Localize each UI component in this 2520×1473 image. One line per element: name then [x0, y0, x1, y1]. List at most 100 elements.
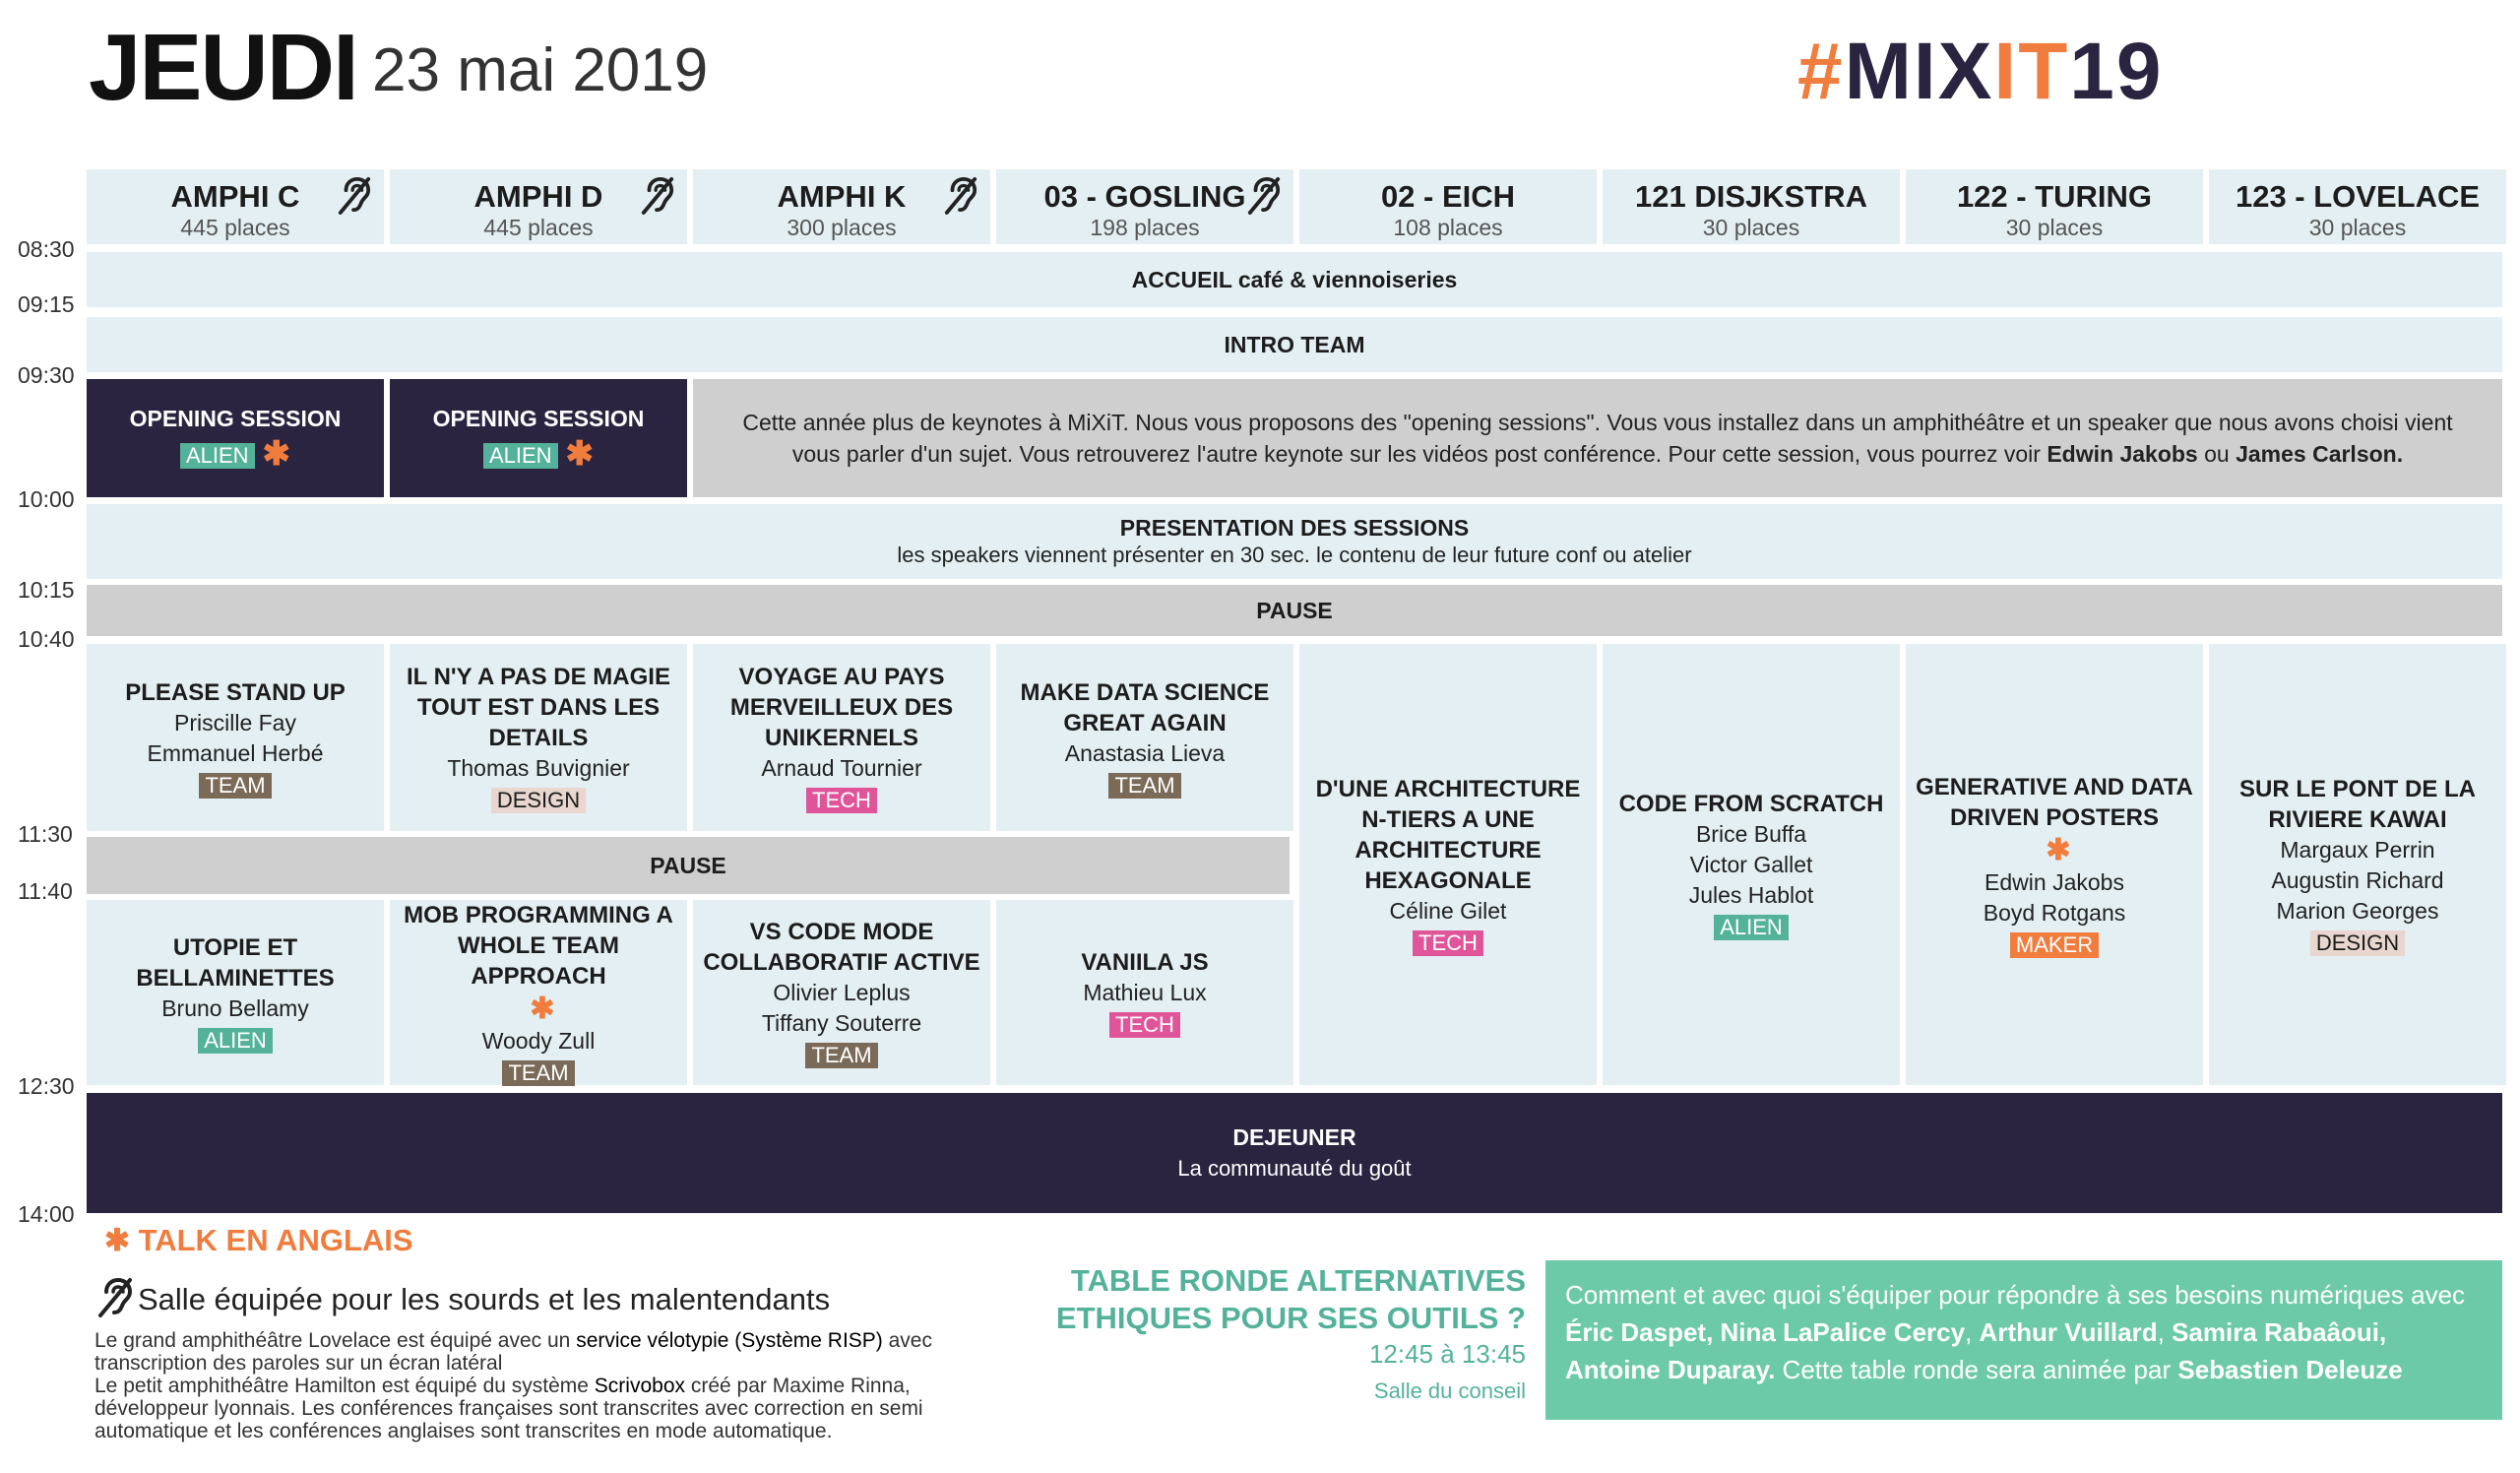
ear-icon	[337, 175, 372, 220]
session-card[interactable]: VANIILA JS Mathieu Lux TECH	[996, 900, 1293, 1085]
speaker-name: Boyd Rotgans	[1983, 899, 2126, 926]
dejeuner-title: DEJEUNER	[1232, 1124, 1356, 1150]
session-title: IL N'Y A PAS DE MAGIE TOUT EST DANS LES …	[407, 664, 670, 751]
speaker-name: Edwin Jakobs	[1984, 868, 2124, 895]
room-header: AMPHI D 445 places	[390, 169, 687, 244]
keynote-note: Cette année plus de keynotes à MiXiT. No…	[693, 379, 2502, 497]
tag-team: TEAM	[502, 1059, 575, 1086]
tag-alien: ALIEN	[179, 442, 255, 469]
table-ronde-title: TABLE RONDE ALTERNATIVES ETHIQUES POUR S…	[1055, 1263, 1526, 1335]
tag-alien: ALIEN	[198, 1027, 273, 1054]
speaker-name: Priscille Fay	[174, 709, 296, 736]
speaker-name: Bruno Bellamy	[161, 994, 309, 1021]
dejeuner-subtitle: La communauté du goût	[1177, 1156, 1412, 1181]
time-label: 14:00	[18, 1201, 75, 1227]
ear-icon	[1246, 175, 1282, 220]
asterisk-icon: ✱	[565, 434, 595, 473]
pause-row: PAUSE	[87, 585, 2502, 636]
session-title: MAKE DATA SCIENCE GREAT AGAIN	[1020, 678, 1270, 736]
pause-label: PAUSE	[650, 852, 726, 878]
session-card[interactable]: IL N'Y A PAS DE MAGIE TOUT EST DANS LES …	[390, 644, 687, 831]
intro-label: INTRO TEAM	[1224, 331, 1365, 357]
room-name: 02 - EICH	[1380, 179, 1516, 214]
tag-alien: ALIEN	[482, 442, 558, 469]
intro-row: INTRO TEAM	[87, 317, 2502, 372]
speaker-name: James Carlson.	[2236, 441, 2404, 467]
session-title: CODE FROM SCRATCH	[1618, 791, 1884, 817]
time-label: 10:40	[18, 626, 75, 652]
table-ronde-time: 12:45 à 13:45	[1368, 1339, 1526, 1369]
ear-icon	[96, 1276, 134, 1322]
tag-tech: TECH	[806, 788, 877, 813]
session-title: SUR LE PONT DE LA RIVIERE KAWAI	[2238, 775, 2476, 833]
session-card[interactable]: SUR LE PONT DE LA RIVIERE KAWAI Margaux P…	[2209, 644, 2506, 1085]
ear-icon	[640, 175, 675, 220]
session-card[interactable]: VS CODE MODE COLLABORATIF ACTIVE Olivier …	[693, 900, 990, 1085]
session-card[interactable]: PLEASE STAND UP Priscille Fay Emmanuel Her…	[87, 644, 384, 831]
tag-design: DESIGN	[490, 788, 587, 813]
room-header: AMPHI K 300 places	[693, 169, 990, 244]
room-header: 121 DISJKSTRA 30 places	[1603, 169, 1900, 244]
speaker-name: Augustin Richard	[2271, 866, 2444, 893]
session-title: VANIILA JS	[1081, 949, 1209, 976]
presentation-row: PRESENTATION DES SESSIONS les speakers v…	[87, 504, 2502, 579]
tag-team: TEAM	[1108, 772, 1181, 799]
speaker-name: Céline Gilet	[1389, 897, 1507, 924]
session-card[interactable]: UTOPIE ET BELLAMINETTES Bruno Bellamy ALIE…	[87, 900, 384, 1085]
room-name: 121 DISJKSTRA	[1634, 179, 1868, 214]
opening-session-1[interactable]: OPENING SESSION ALIEN ✱	[87, 379, 384, 497]
legend-english-label: TALK EN ANGLAIS	[138, 1223, 413, 1257]
brand-logo: #MIXIT19	[1797, 27, 2164, 116]
accueil-label: ACCUEIL café & viennoiseries	[1131, 266, 1458, 292]
presentation-subtitle: les speakers viennent présenter en 30 se…	[897, 543, 1692, 567]
tag-team: TEAM	[199, 772, 272, 799]
session-card[interactable]: D'UNE ARCHITECTURE N-TIERS A UNE ARCHITE…	[1299, 644, 1597, 1085]
session-title: PLEASE STAND UP	[125, 678, 346, 706]
session-title: MOB PROGRAMMING A WHOLE TEAM APPROACH	[404, 901, 673, 990]
tag-alien: ALIEN	[1714, 915, 1789, 940]
opening-session-2[interactable]: OPENING SESSION ALIEN ✱	[390, 379, 687, 497]
tag-tech: TECH	[1109, 1012, 1180, 1038]
tag-tech: TECH	[1413, 929, 1483, 956]
asterisk-icon: ✱	[2046, 833, 2071, 866]
time-label: 09:30	[18, 362, 75, 388]
legend-accessible-label: Salle équipée pour les sourds et les mal…	[138, 1282, 831, 1316]
asterisk-icon: ✱	[530, 992, 555, 1025]
room-places: 30 places	[2005, 215, 2104, 240]
asterisk-icon: ✱	[262, 434, 291, 473]
tag-design: DESIGN	[2309, 929, 2406, 956]
speaker-name: Victor Gallet	[1689, 852, 1813, 877]
time-label: 10:00	[18, 486, 75, 512]
session-card[interactable]: MAKE DATA SCIENCE GREAT AGAIN Anastasia L…	[996, 644, 1293, 831]
speaker-name: Jules Hablot	[1688, 882, 1814, 908]
speaker-name: Woody Zull	[481, 1027, 596, 1054]
speaker-name: Thomas Buvignier	[447, 755, 630, 781]
time-label: 08:30	[18, 236, 75, 262]
room-header: AMPHI C 445 places	[87, 169, 384, 244]
room-header: 122 - TURING 30 places	[1906, 169, 2203, 244]
room-name: 123 - LOVELACE	[2235, 179, 2481, 214]
room-header: 02 - EICH 108 places	[1299, 169, 1597, 244]
time-label: 11:30	[18, 821, 73, 847]
time-label: 11:40	[18, 878, 73, 904]
room-places: 30 places	[1702, 215, 1800, 240]
opening-title: OPENING SESSION	[129, 405, 342, 431]
speaker-name: Brice Buffa	[1695, 821, 1807, 847]
session-title: D'UNE ARCHITECTURE N-TIERS A UNE ARCHITE…	[1315, 775, 1581, 894]
accueil-row: ACCUEIL café & viennoiseries	[87, 252, 2502, 307]
legend-english: ✱ TALK EN ANGLAIS	[104, 1223, 413, 1258]
asterisk-icon: ✱	[104, 1223, 139, 1257]
room-header: 123 - LOVELACE 30 places	[2209, 169, 2506, 244]
table-ronde-room: Salle du conseil	[1373, 1378, 1526, 1403]
room-places: 108 places	[1393, 215, 1503, 240]
session-card[interactable]: GENERATIVE AND DATA DRIVEN POSTERS ✱ Edwin…	[1906, 644, 2203, 1085]
speaker-name: Edwin Jakobs	[2047, 441, 2198, 467]
session-card[interactable]: CODE FROM SCRATCH Brice Buffa Victor Galle…	[1603, 644, 1900, 1085]
date-title: 23 mai 2019	[372, 36, 709, 104]
session-card[interactable]: MOB PROGRAMMING A WHOLE TEAM APPROACH ✱ Wo…	[390, 900, 687, 1086]
speaker-name: Anastasia Lieva	[1064, 739, 1226, 766]
speaker-name: Olivier Leplus	[773, 980, 911, 1005]
session-card[interactable]: VOYAGE AU PAYS MERVEILLEUX DES UNIKERNEL…	[693, 644, 990, 831]
pause-row-2: PAUSE	[87, 837, 1290, 894]
day-title: JEUDI	[89, 15, 359, 120]
